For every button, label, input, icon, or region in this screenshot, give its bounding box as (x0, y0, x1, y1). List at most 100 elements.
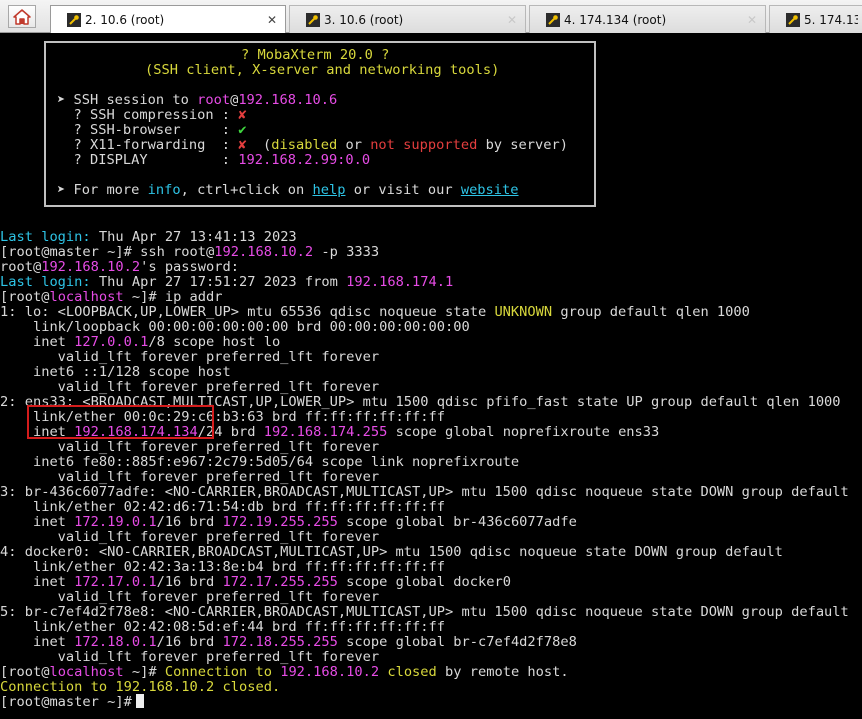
banner-text: ➤ SSH session to (57, 92, 198, 108)
terminal-text: 's password: (140, 259, 239, 275)
home-icon (13, 8, 31, 25)
ip-address: 127.0.0.1 (74, 334, 149, 350)
banner-browser-line: ? SSH-browser : ✔ (57, 122, 246, 138)
terminal-line: [root@master ~]# ssh root@192.168.10.2 -… (0, 245, 379, 260)
terminal-line: [root@localhost ~]# ip addr (0, 290, 223, 305)
terminal-line: 3: br-436c6077adfe: <NO-CARRIER,BROADCAS… (0, 484, 849, 500)
tab-label: 3. 10.6 (root) (324, 12, 404, 27)
terminal-text: root@ (0, 259, 42, 275)
close-icon[interactable]: ✕ (263, 13, 281, 27)
banner-text: or (337, 137, 371, 153)
tab-session-2[interactable]: 2. 10.6 (root) ✕ (50, 5, 286, 34)
tab-session-4[interactable]: 4. 174.134 (root) ✕ (529, 5, 766, 33)
banner-text: , ctrl+click on (180, 182, 313, 198)
home-button[interactable] (8, 5, 36, 28)
connection-closed-text: Connection to (164, 664, 281, 680)
banner-subtitle: (SSH client, X-server and networking too… (145, 62, 500, 78)
terminal-text: inet (0, 424, 75, 440)
terminal-text: Thu Apr 27 13:41:13 2023 (90, 229, 297, 245)
cross-icon: ✘ (238, 137, 247, 153)
terminal-text: ~]# ip addr (123, 289, 223, 305)
banner-title: ? MobaXterm 20.0 ? (241, 47, 390, 63)
terminal-line: inet6 fe80::885f:e967:2c79:5d05/64 scope… (0, 454, 520, 470)
terminal-line: link/ether 02:42:08:5d:ef:44 brd ff:ff:f… (0, 619, 445, 635)
terminal-line: Last login: Thu Apr 27 17:51:27 2023 fro… (0, 275, 453, 290)
broadcast-address: 172.19.255.255 (222, 514, 338, 530)
banner-text: ( (246, 137, 272, 153)
terminal-text: scope global docker0 (337, 574, 511, 590)
terminal-text: ~]# (123, 664, 165, 680)
terminal-cursor (136, 694, 144, 708)
terminal-text: inet (0, 574, 75, 590)
close-icon[interactable]: ✕ (503, 13, 521, 27)
terminal-line: inet 172.17.0.1/16 brd 172.17.255.255 sc… (0, 575, 511, 590)
hostname: localhost (49, 664, 124, 680)
terminal-text: Thu Apr 27 17:51:27 2023 from (90, 274, 347, 290)
close-icon[interactable]: ✕ (743, 13, 761, 27)
terminal-text: inet (0, 514, 75, 530)
terminal-line: inet6 ::1/128 scope host (0, 364, 231, 380)
terminal-text: inet (0, 334, 75, 350)
prompt-line[interactable]: [root@master ~]# (0, 695, 140, 710)
state-unknown: UNKNOWN (494, 304, 553, 320)
terminal-text: -p 3333 (313, 244, 380, 260)
ssh-key-icon (786, 12, 800, 27)
terminal-line: link/loopback 00:00:00:00:00:00 brd 00:0… (0, 319, 470, 335)
banner-compression-line: ? SSH compression : ✘ (57, 107, 247, 123)
terminal-text: scope global br-436c6077adfe (337, 514, 577, 530)
website-link[interactable]: website (461, 182, 519, 198)
x11-not-supported-text: not supported (370, 137, 478, 153)
x11-disabled-text: disabled (271, 137, 338, 153)
terminal-line: link/ether 02:42:d6:71:54:db brd ff:ff:f… (0, 499, 445, 515)
terminal-line: 4: docker0: <NO-CARRIER,BROADCAST,MULTIC… (0, 544, 783, 560)
session-host: 192.168.10.6 (238, 92, 338, 108)
help-link[interactable]: help (312, 182, 345, 198)
tab-session-5[interactable]: 5. 174.134 (root) (769, 5, 862, 33)
broadcast-address: 172.18.255.255 (222, 634, 338, 650)
banner-text: or visit our (345, 182, 461, 198)
terminal-text: [root@master ~]# ssh root@ (0, 244, 215, 260)
ip-address: 192.168.174.134 (74, 424, 198, 440)
terminal-line: Last login: Thu Apr 27 13:41:13 2023 (0, 230, 297, 245)
banner-text: ? DISPLAY : (57, 152, 239, 168)
display-value: 192.168.2.99:0.0 (238, 152, 371, 168)
banner-text: ➤ For more (57, 182, 148, 198)
cross-icon: ✘ (238, 107, 247, 123)
terminal-text: 1: lo: <LOOPBACK,UP,LOWER_UP> mtu 65536 … (0, 304, 495, 320)
last-login-label: Last login: (0, 274, 91, 290)
terminal-line: valid_lft forever preferred_lft forever (0, 379, 380, 395)
tab-label: 5. 174.134 (root) (804, 12, 858, 27)
ssh-key-icon (306, 12, 320, 27)
ip-address: 192.168.10.2 (41, 259, 141, 275)
terminal-text: /16 brd (156, 514, 223, 530)
connection-closed-text: closed (379, 664, 437, 680)
tab-label: 4. 174.134 (root) (564, 12, 667, 27)
banner-text: by server) (477, 137, 568, 153)
ip-address: 172.19.0.1 (74, 514, 157, 530)
terminal-line: valid_lft forever preferred_lft forever (0, 439, 380, 455)
terminal-text: /16 brd (156, 634, 223, 650)
terminal-text: /8 scope host lo (148, 334, 281, 350)
banner-text: ? SSH-browser : (57, 122, 239, 138)
ip-address: 172.18.0.1 (74, 634, 157, 650)
terminal-line: inet 127.0.0.1/8 scope host lo (0, 335, 280, 350)
terminal-line: valid_lft forever preferred_lft forever (0, 649, 380, 665)
terminal-line: valid_lft forever preferred_lft forever (0, 349, 380, 365)
banner-display-line: ? DISPLAY : 192.168.2.99:0.0 (57, 153, 370, 168)
terminal-line: 5: br-c7ef4d2f78e8: <NO-CARRIER,BROADCAS… (0, 604, 849, 620)
ssh-key-icon (67, 13, 81, 27)
terminal-text: by remote host. (436, 664, 569, 680)
ip-address: 192.168.10.2 (214, 244, 314, 260)
terminal-text: [root@ (0, 289, 50, 305)
last-login-label: Last login: (0, 229, 91, 245)
banner-text: ? X11-forwarding : (57, 137, 239, 153)
banner-x11-line: ? X11-forwarding : ✘ (disabled or not su… (57, 138, 568, 153)
terminal-text: scope global br-c7ef4d2f78e8 (337, 634, 577, 650)
terminal-area[interactable]: ? MobaXterm 20.0 ? (SSH client, X-server… (0, 33, 862, 719)
terminal-line: inet 172.18.0.1/16 brd 172.18.255.255 sc… (0, 635, 577, 650)
tab-session-3[interactable]: 3. 10.6 (root) ✕ (289, 5, 526, 33)
terminal-line: root@192.168.10.2's password: (0, 260, 239, 275)
terminal-text: /24 brd (197, 424, 264, 440)
terminal-text: /16 brd (156, 574, 223, 590)
ssh-key-icon (546, 12, 560, 27)
